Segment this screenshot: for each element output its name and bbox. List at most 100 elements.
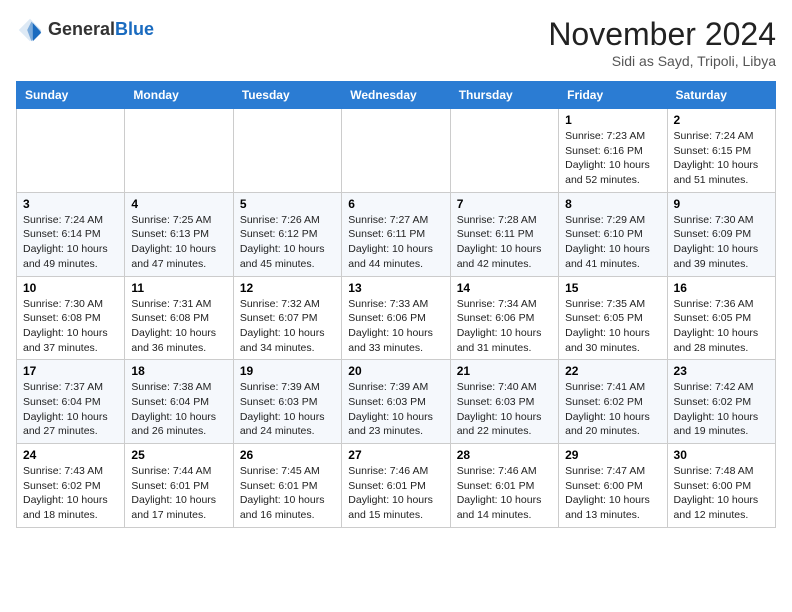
week-row-0: 1Sunrise: 7:23 AMSunset: 6:16 PMDaylight…: [17, 109, 776, 193]
day-number: 9: [674, 197, 769, 211]
day-cell: 7 Sunrise: 7:28 AMSunset: 6:11 PMDaylight…: [450, 192, 558, 276]
day-info: Sunrise: 7:45 AMSunset: 6:01 PMDaylight:…: [240, 464, 335, 523]
day-number: 10: [23, 281, 118, 295]
day-header-saturday: Saturday: [667, 82, 775, 109]
day-number: 15: [565, 281, 660, 295]
day-cell: 10 Sunrise: 7:30 AMSunset: 6:08 PMDayligh…: [17, 276, 125, 360]
day-info: Sunrise: 7:34 AMSunset: 6:06 PMDaylight:…: [457, 297, 552, 356]
day-cell: 15 Sunrise: 7:35 AMSunset: 6:05 PMDayligh…: [559, 276, 667, 360]
day-info: Sunrise: 7:33 AMSunset: 6:06 PMDaylight:…: [348, 297, 443, 356]
day-number: 4: [131, 197, 226, 211]
day-number: 28: [457, 448, 552, 462]
day-cell: [450, 109, 558, 193]
logo-text: GeneralBlue: [48, 20, 154, 40]
day-number: 25: [131, 448, 226, 462]
logo: GeneralBlue: [16, 16, 154, 44]
day-number: 21: [457, 364, 552, 378]
day-number: 5: [240, 197, 335, 211]
day-info: Sunrise: 7:31 AMSunset: 6:08 PMDaylight:…: [131, 297, 226, 356]
day-info: Sunrise: 7:26 AMSunset: 6:12 PMDaylight:…: [240, 213, 335, 272]
day-info: Sunrise: 7:48 AMSunset: 6:00 PMDaylight:…: [674, 464, 769, 523]
calendar-header: SundayMondayTuesdayWednesdayThursdayFrid…: [17, 82, 776, 109]
week-row-1: 3 Sunrise: 7:24 AMSunset: 6:14 PMDaylight…: [17, 192, 776, 276]
day-header-tuesday: Tuesday: [233, 82, 341, 109]
day-number: 18: [131, 364, 226, 378]
day-cell: 27 Sunrise: 7:46 AMSunset: 6:01 PMDayligh…: [342, 444, 450, 528]
day-cell: 9 Sunrise: 7:30 AMSunset: 6:09 PMDaylight…: [667, 192, 775, 276]
week-row-2: 10 Sunrise: 7:30 AMSunset: 6:08 PMDayligh…: [17, 276, 776, 360]
logo-icon: [16, 16, 44, 44]
day-cell: 20 Sunrise: 7:39 AMSunset: 6:03 PMDayligh…: [342, 360, 450, 444]
day-info: Sunrise: 7:42 AMSunset: 6:02 PMDaylight:…: [674, 380, 769, 439]
day-number: 12: [240, 281, 335, 295]
day-number: 24: [23, 448, 118, 462]
logo-blue: Blue: [115, 19, 154, 39]
day-cell: [125, 109, 233, 193]
day-cell: [342, 109, 450, 193]
location: Sidi as Sayd, Tripoli, Libya: [548, 53, 776, 69]
day-number: 11: [131, 281, 226, 295]
day-cell: 14 Sunrise: 7:34 AMSunset: 6:06 PMDayligh…: [450, 276, 558, 360]
day-cell: 24 Sunrise: 7:43 AMSunset: 6:02 PMDayligh…: [17, 444, 125, 528]
day-cell: 18 Sunrise: 7:38 AMSunset: 6:04 PMDayligh…: [125, 360, 233, 444]
day-info: Sunrise: 7:43 AMSunset: 6:02 PMDaylight:…: [23, 464, 118, 523]
day-cell: 22Sunrise: 7:41 AMSunset: 6:02 PMDayligh…: [559, 360, 667, 444]
day-info: Sunrise: 7:46 AMSunset: 6:01 PMDaylight:…: [348, 464, 443, 523]
day-number: 1: [565, 113, 660, 127]
day-number: 3: [23, 197, 118, 211]
day-number: 20: [348, 364, 443, 378]
day-number: 7: [457, 197, 552, 211]
day-info: Sunrise: 7:28 AMSunset: 6:11 PMDaylight:…: [457, 213, 552, 272]
header-row: SundayMondayTuesdayWednesdayThursdayFrid…: [17, 82, 776, 109]
day-info: Sunrise: 7:30 AMSunset: 6:08 PMDaylight:…: [23, 297, 118, 356]
day-cell: 19 Sunrise: 7:39 AMSunset: 6:03 PMDayligh…: [233, 360, 341, 444]
day-info: Sunrise: 7:32 AMSunset: 6:07 PMDaylight:…: [240, 297, 335, 356]
day-cell: 26Sunrise: 7:45 AMSunset: 6:01 PMDayligh…: [233, 444, 341, 528]
day-info: Sunrise: 7:35 AMSunset: 6:05 PMDaylight:…: [565, 297, 660, 356]
day-info: Sunrise: 7:27 AMSunset: 6:11 PMDaylight:…: [348, 213, 443, 272]
day-number: 16: [674, 281, 769, 295]
day-info: Sunrise: 7:40 AMSunset: 6:03 PMDaylight:…: [457, 380, 552, 439]
page-header: GeneralBlue November 2024 Sidi as Sayd, …: [16, 16, 776, 69]
day-info: Sunrise: 7:39 AMSunset: 6:03 PMDaylight:…: [348, 380, 443, 439]
day-cell: 21 Sunrise: 7:40 AMSunset: 6:03 PMDayligh…: [450, 360, 558, 444]
day-cell: 2 Sunrise: 7:24 AMSunset: 6:15 PMDaylight…: [667, 109, 775, 193]
day-cell: 4Sunrise: 7:25 AMSunset: 6:13 PMDaylight…: [125, 192, 233, 276]
day-cell: 13 Sunrise: 7:33 AMSunset: 6:06 PMDayligh…: [342, 276, 450, 360]
day-cell: 8 Sunrise: 7:29 AMSunset: 6:10 PMDaylight…: [559, 192, 667, 276]
day-header-wednesday: Wednesday: [342, 82, 450, 109]
week-row-3: 17 Sunrise: 7:37 AMSunset: 6:04 PMDayligh…: [17, 360, 776, 444]
day-number: 14: [457, 281, 552, 295]
day-cell: [17, 109, 125, 193]
day-number: 23: [674, 364, 769, 378]
day-cell: 29Sunrise: 7:47 AMSunset: 6:00 PMDayligh…: [559, 444, 667, 528]
day-cell: 11 Sunrise: 7:31 AMSunset: 6:08 PMDayligh…: [125, 276, 233, 360]
day-cell: 12 Sunrise: 7:32 AMSunset: 6:07 PMDayligh…: [233, 276, 341, 360]
day-number: 19: [240, 364, 335, 378]
day-cell: 1Sunrise: 7:23 AMSunset: 6:16 PMDaylight…: [559, 109, 667, 193]
day-info: Sunrise: 7:29 AMSunset: 6:10 PMDaylight:…: [565, 213, 660, 272]
day-number: 6: [348, 197, 443, 211]
day-info: Sunrise: 7:38 AMSunset: 6:04 PMDaylight:…: [131, 380, 226, 439]
day-number: 13: [348, 281, 443, 295]
day-number: 30: [674, 448, 769, 462]
day-info: Sunrise: 7:44 AMSunset: 6:01 PMDaylight:…: [131, 464, 226, 523]
day-info: Sunrise: 7:30 AMSunset: 6:09 PMDaylight:…: [674, 213, 769, 272]
day-cell: 5 Sunrise: 7:26 AMSunset: 6:12 PMDaylight…: [233, 192, 341, 276]
day-cell: 17 Sunrise: 7:37 AMSunset: 6:04 PMDayligh…: [17, 360, 125, 444]
day-info: Sunrise: 7:24 AMSunset: 6:14 PMDaylight:…: [23, 213, 118, 272]
day-info: Sunrise: 7:37 AMSunset: 6:04 PMDaylight:…: [23, 380, 118, 439]
day-info: Sunrise: 7:39 AMSunset: 6:03 PMDaylight:…: [240, 380, 335, 439]
day-number: 17: [23, 364, 118, 378]
day-cell: [233, 109, 341, 193]
day-cell: 25 Sunrise: 7:44 AMSunset: 6:01 PMDayligh…: [125, 444, 233, 528]
day-number: 2: [674, 113, 769, 127]
day-info: Sunrise: 7:24 AMSunset: 6:15 PMDaylight:…: [674, 129, 769, 188]
day-cell: 28 Sunrise: 7:46 AMSunset: 6:01 PMDayligh…: [450, 444, 558, 528]
day-number: 27: [348, 448, 443, 462]
calendar-body: 1Sunrise: 7:23 AMSunset: 6:16 PMDaylight…: [17, 109, 776, 528]
day-number: 8: [565, 197, 660, 211]
day-header-monday: Monday: [125, 82, 233, 109]
day-info: Sunrise: 7:46 AMSunset: 6:01 PMDaylight:…: [457, 464, 552, 523]
day-header-sunday: Sunday: [17, 82, 125, 109]
